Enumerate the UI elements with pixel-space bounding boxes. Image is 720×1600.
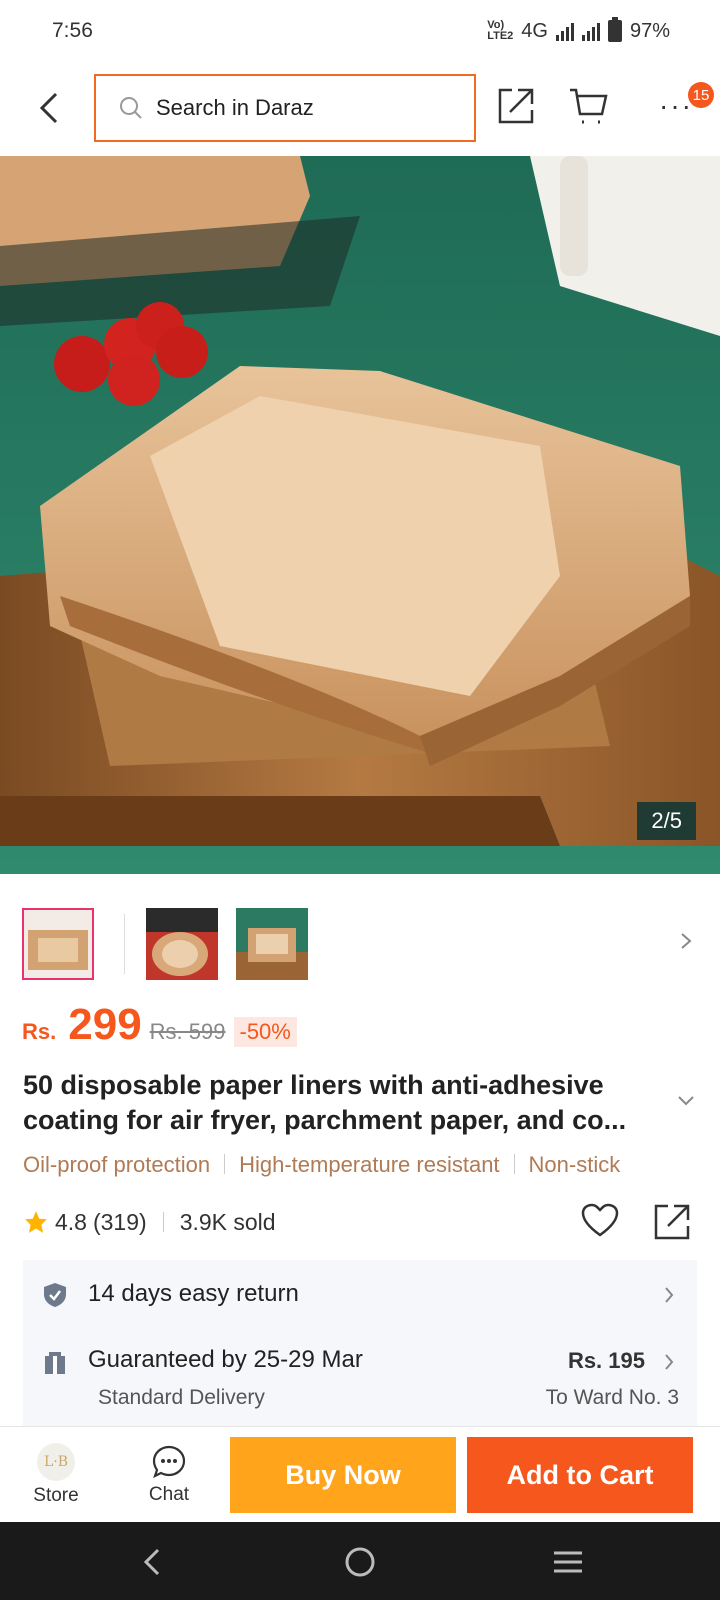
delivery-type: Standard Delivery [98, 1386, 265, 1409]
chevron-down-icon[interactable] [676, 1094, 696, 1108]
signal-icon [555, 21, 574, 41]
thumbnail-divider [124, 914, 125, 974]
price-row: Rs. 299 Rs. 599 -50% [22, 1000, 297, 1060]
rating-score: 4.8 [55, 1208, 87, 1235]
chevron-right-icon [665, 1287, 674, 1303]
delivery-location: To Ward No. 3 [545, 1386, 679, 1409]
signal-icon-2 [581, 21, 600, 41]
chat-icon [152, 1445, 186, 1479]
volte-indicator: Vo) LTE2 [487, 19, 514, 42]
search-input[interactable]: Search in Daraz [94, 74, 476, 142]
status-bar: 7:56 Vo) LTE2 4G 97% [0, 0, 720, 62]
rating-row[interactable]: 4.8 (319) 3.9K sold [23, 1204, 276, 1240]
discount-badge: -50% [233, 1017, 297, 1047]
system-nav-bar [0, 1522, 720, 1600]
tag: Oil-proof protection [23, 1152, 211, 1177]
share-icon[interactable] [494, 84, 538, 128]
store-logo: L·B [37, 1443, 75, 1481]
nav-home-icon[interactable] [342, 1544, 378, 1580]
store-button[interactable]: L·B Store [6, 1427, 106, 1523]
service-info: 14 days easy return Guaranteed by 25-29 … [23, 1260, 697, 1430]
delivery-label: Guaranteed by 25-29 Mar [88, 1346, 363, 1373]
chat-label: Chat [148, 1484, 190, 1505]
bottom-action-bar: L·B Store Chat Buy Now Add to Cart [0, 1426, 720, 1522]
delivery-box-icon [45, 1352, 65, 1374]
star-icon [25, 1211, 47, 1233]
currency: Rs. [22, 1019, 57, 1044]
return-label: 14 days easy return [88, 1280, 299, 1307]
chevron-right-icon [665, 1354, 674, 1370]
shield-icon [44, 1283, 66, 1307]
tag: High-temperature resistant [239, 1152, 500, 1177]
product-title: 50 disposable paper liners with anti-adh… [23, 1070, 627, 1135]
original-price: Rs. 599 [149, 1019, 226, 1044]
rating-count: (319) [92, 1208, 147, 1235]
network-type: 4G [521, 19, 548, 42]
sold-count: 3.9K sold [179, 1208, 276, 1235]
top-bar: Search in Daraz ··· [0, 62, 720, 154]
current-price: 299 [68, 1000, 142, 1049]
chevron-right-icon[interactable] [676, 926, 696, 956]
search-placeholder: Search in Daraz [156, 95, 314, 120]
product-image[interactable]: 2/5 [0, 156, 720, 874]
notification-badge: 15 [688, 82, 714, 108]
image-counter: 2/5 [637, 802, 696, 840]
return-policy-row[interactable]: 14 days easy return [23, 1260, 697, 1330]
delivery-row[interactable]: Guaranteed by 25-29 Mar Rs. 195 Standard… [23, 1330, 697, 1430]
back-arrow-icon[interactable] [34, 88, 64, 128]
heart-icon[interactable] [580, 1202, 620, 1238]
delivery-price: Rs. 195 [567, 1348, 645, 1373]
status-icons: Vo) LTE2 4G 97% [487, 17, 670, 43]
battery-level: 97% [629, 19, 670, 42]
nav-recents-icon[interactable] [550, 1544, 586, 1580]
thumbnail-2[interactable] [146, 908, 218, 980]
store-label: Store [33, 1485, 79, 1506]
add-to-cart-button[interactable]: Add to Cart [467, 1437, 693, 1513]
thumbnail-strip [0, 904, 720, 984]
search-icon [120, 97, 142, 119]
product-photo [0, 156, 720, 874]
buy-now-button[interactable]: Buy Now [230, 1437, 456, 1513]
battery-icon [607, 17, 622, 42]
nav-back-icon[interactable] [136, 1544, 172, 1580]
status-time: 7:56 [52, 19, 93, 42]
cart-icon[interactable] [566, 84, 610, 128]
tag: Non-stick [528, 1152, 621, 1177]
chat-button[interactable]: Chat [119, 1427, 219, 1523]
share-icon[interactable] [652, 1202, 692, 1242]
feature-tags: Oil-proof protection High-temperature res… [23, 1152, 703, 1184]
thumbnail-1[interactable] [22, 908, 94, 980]
thumbnail-3[interactable] [236, 908, 308, 980]
